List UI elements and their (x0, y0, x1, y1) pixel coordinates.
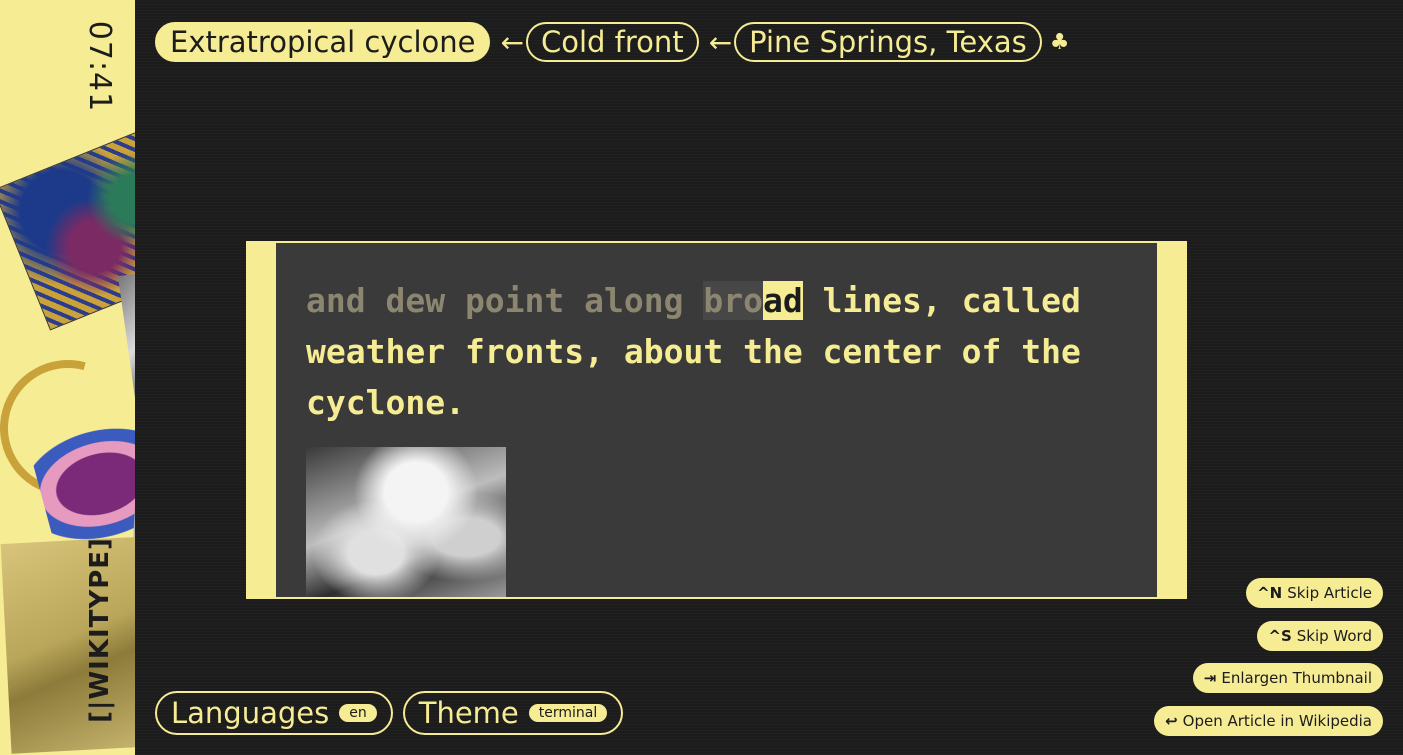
typing-panel: and dew point along broad lines, called … (246, 241, 1187, 599)
arrow-left-icon: ← (708, 25, 733, 59)
breadcrumb-current[interactable]: Extratropical cyclone (155, 22, 491, 62)
typing-cursor: ad (762, 281, 803, 320)
skip-article-button[interactable]: ^N Skip Article (1246, 578, 1383, 608)
remaining-text: cyclone. (306, 383, 465, 422)
remaining-text: lines, called (802, 281, 1081, 320)
breadcrumb-item[interactable]: Pine Springs, Texas (734, 22, 1042, 62)
shortcut-key: ^N (1257, 584, 1283, 602)
breadcrumb: Extratropical cyclone ← Cold front ← Pin… (155, 20, 1069, 64)
article-thumbnail[interactable] (306, 447, 506, 597)
open-article-button[interactable]: ↩ Open Article in Wikipedia (1154, 706, 1383, 736)
footer-controls: Languages en Theme terminal (155, 691, 624, 735)
shortcut-label: Open Article in Wikipedia (1182, 712, 1372, 730)
typed-text: and dew point along (306, 281, 704, 320)
club-icon[interactable]: ♣ (1050, 30, 1070, 55)
clock: 07:41 (80, 16, 120, 116)
shortcut-key: ^S (1268, 627, 1292, 645)
theme-label: Theme (418, 696, 519, 730)
clock-text: 07:41 (82, 20, 118, 112)
arrow-left-icon: ← (500, 25, 524, 59)
typing-text: and dew point along broad lines, called … (306, 275, 1126, 428)
theme-value: terminal (528, 704, 608, 722)
theme-button[interactable]: Theme terminal (402, 691, 624, 735)
sidebar: 07:41 [|WIKITYPE] (0, 0, 135, 755)
languages-value: en (339, 704, 377, 722)
remaining-text: weather fronts, about the center of the (306, 332, 1081, 371)
shortcut-label: Skip Word (1296, 627, 1372, 645)
enlargen-thumbnail-button[interactable]: ⇥ Enlargen Thumbnail (1192, 663, 1383, 693)
satellite-image (0, 121, 135, 331)
logo: [|WIKITYPE] (78, 520, 122, 740)
languages-button[interactable]: Languages en (155, 691, 393, 735)
languages-label: Languages (171, 696, 330, 730)
tab-key-icon: ⇥ (1203, 669, 1217, 687)
typing-area[interactable]: and dew point along broad lines, called … (276, 243, 1157, 597)
current-word-typed: bro (703, 281, 763, 320)
skip-word-button[interactable]: ^S Skip Word (1257, 621, 1383, 651)
shortcut-label: Skip Article (1287, 584, 1372, 602)
shortcut-label: Enlargen Thumbnail (1221, 669, 1372, 687)
logo-text: [|WIKITYPE] (85, 537, 116, 723)
breadcrumb-item[interactable]: Cold front (525, 22, 699, 62)
return-key-icon: ↩ (1165, 712, 1178, 730)
